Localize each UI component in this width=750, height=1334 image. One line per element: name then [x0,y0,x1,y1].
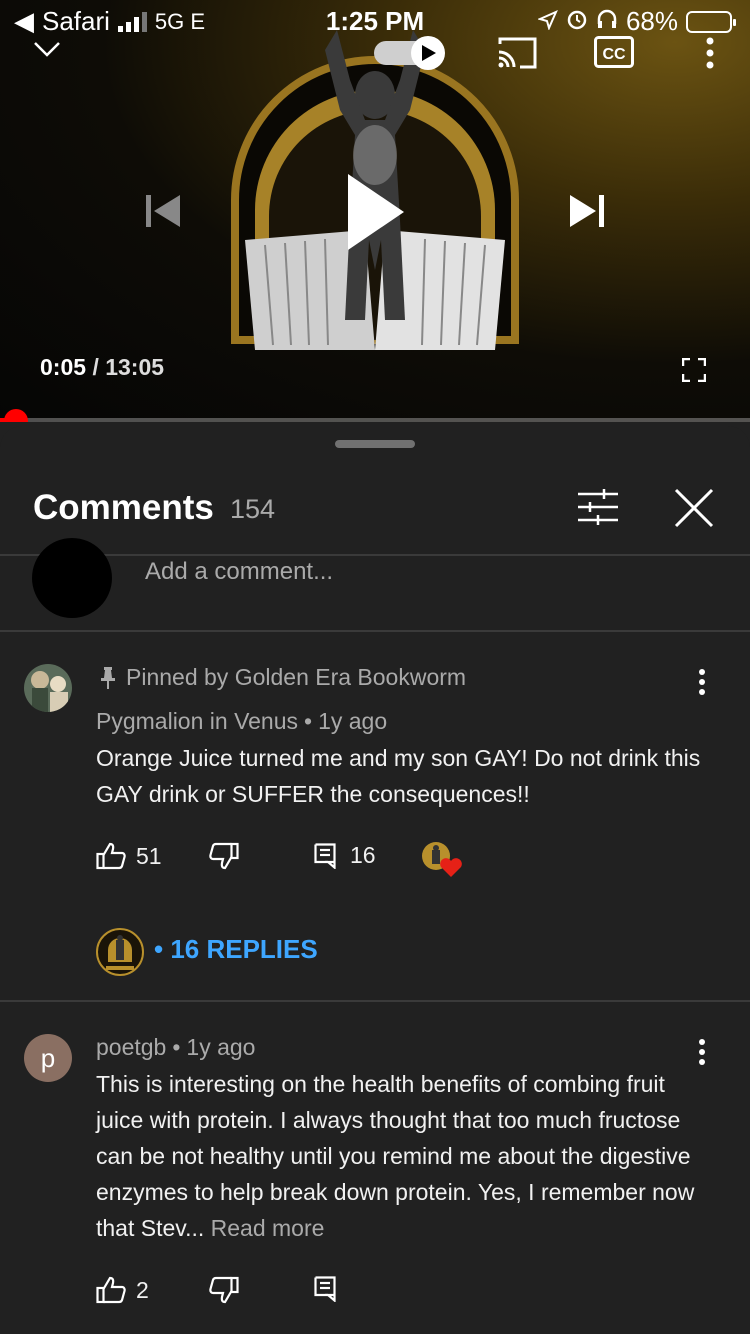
add-comment-divider [0,630,750,632]
scrubber-handle[interactable] [4,409,28,422]
more-vert-icon [706,37,714,69]
duration: 13:05 [105,354,165,380]
comments-panel: Comments 154 Add a comment... Pinned by … [0,426,750,1334]
add-comment-input[interactable]: Add a comment... [145,558,333,586]
like-button[interactable]: 51 [96,842,162,870]
comment-text: This is interesting on the health benefi… [96,1066,716,1246]
svg-text:CC: CC [602,46,626,63]
comment-meta: poetgb • 1y ago [96,1034,255,1061]
like-count: 2 [136,1276,149,1303]
header-divider [0,554,750,556]
thumb-down-icon [209,1276,239,1304]
comment-author[interactable]: Pygmalion in Venus [96,708,298,734]
skip-next-icon [570,195,604,227]
skip-previous-icon [146,195,180,227]
thumb-down-icon [209,842,239,870]
current-time: 0:05 [40,354,87,380]
replies-avatar [96,928,144,976]
pinned-label: Pinned by Golden Era Bookworm [126,664,467,690]
comment-age: 1y ago [186,1034,256,1060]
time-readout: 0:05 / 13:05 [40,354,164,381]
dislike-button[interactable] [209,1276,239,1304]
reply-count: 16 [350,842,376,868]
thumb-up-icon [96,1276,126,1304]
captions-icon: CC [594,36,634,68]
comment-divider [0,1000,750,1002]
comment-age: 1y ago [318,708,388,734]
autoplay-toggle[interactable] [374,36,448,70]
comment-text-content: This is interesting on the health benefi… [96,1071,695,1241]
alarm-icon [566,6,588,37]
comment-menu-button[interactable] [696,1038,708,1068]
more-vert-icon [699,1039,705,1065]
dislike-button[interactable] [209,842,239,870]
reply-icon [314,842,336,869]
author-avatar-image [24,664,72,712]
cast-button[interactable] [496,36,538,70]
pin-icon [101,666,115,689]
sort-comments-button[interactable] [576,488,620,526]
autoplay-toggle-icon [374,36,445,70]
fullscreen-button[interactable] [681,357,707,383]
creator-heart [420,840,462,878]
sort-filter-icon [578,489,618,525]
reply-button[interactable] [314,1276,336,1302]
meta-dot: • [304,708,313,734]
play-button[interactable] [344,172,406,252]
fullscreen-icon [681,357,707,383]
progress-bar[interactable] [0,418,750,422]
player-more-button[interactable] [703,36,717,70]
thumb-up-icon [96,842,126,870]
comments-title: Comments [33,488,214,527]
headphones-icon [596,6,618,37]
heart-icon [422,842,462,877]
comment-author[interactable]: poetgb [96,1034,166,1060]
like-button[interactable]: 2 [96,1276,149,1304]
read-more-link[interactable]: Read more [211,1215,325,1241]
play-icon [348,174,404,250]
comments-count: 154 [230,494,276,524]
status-bar: ◀ Safari 5G E 1:25 PM 68% [0,4,750,38]
user-avatar [32,538,112,618]
location-icon [537,6,558,37]
comment-text: Orange Juice turned me and my son GAY! D… [96,745,701,807]
reply-icon [314,1276,336,1302]
video-player[interactable]: ◀ Safari 5G E 1:25 PM 68% CC 0:05 / 13:0… [0,0,750,422]
drag-handle[interactable] [335,440,415,448]
comment-avatar[interactable] [24,664,72,712]
close-icon [674,488,714,528]
status-right: 68% [537,6,736,37]
collapse-button[interactable] [32,38,62,60]
avatar-letter: p [40,1042,56,1073]
channel-logo-icon [96,928,144,976]
previous-button[interactable] [144,192,182,230]
like-count: 51 [136,842,162,869]
meta-dot: • [172,1034,181,1060]
battery-icon [686,10,736,33]
captions-button[interactable]: CC [594,36,634,68]
view-replies-link[interactable]: • 16 REPLIES [154,934,318,965]
comment-meta: Pygmalion in Venus • 1y ago [96,708,387,735]
time-separator: / [92,354,99,380]
comment-menu-button[interactable] [696,668,708,698]
next-button[interactable] [568,192,606,230]
comment-avatar[interactable]: p [24,1034,72,1082]
more-vert-icon [699,669,705,695]
reply-button[interactable]: 16 [314,842,376,869]
battery-percent: 68% [625,6,678,36]
chevron-down-icon [34,42,60,57]
cast-icon [498,37,537,69]
close-comments-button[interactable] [672,486,716,530]
pinned-indicator: Pinned by Golden Era Bookworm [100,664,466,691]
